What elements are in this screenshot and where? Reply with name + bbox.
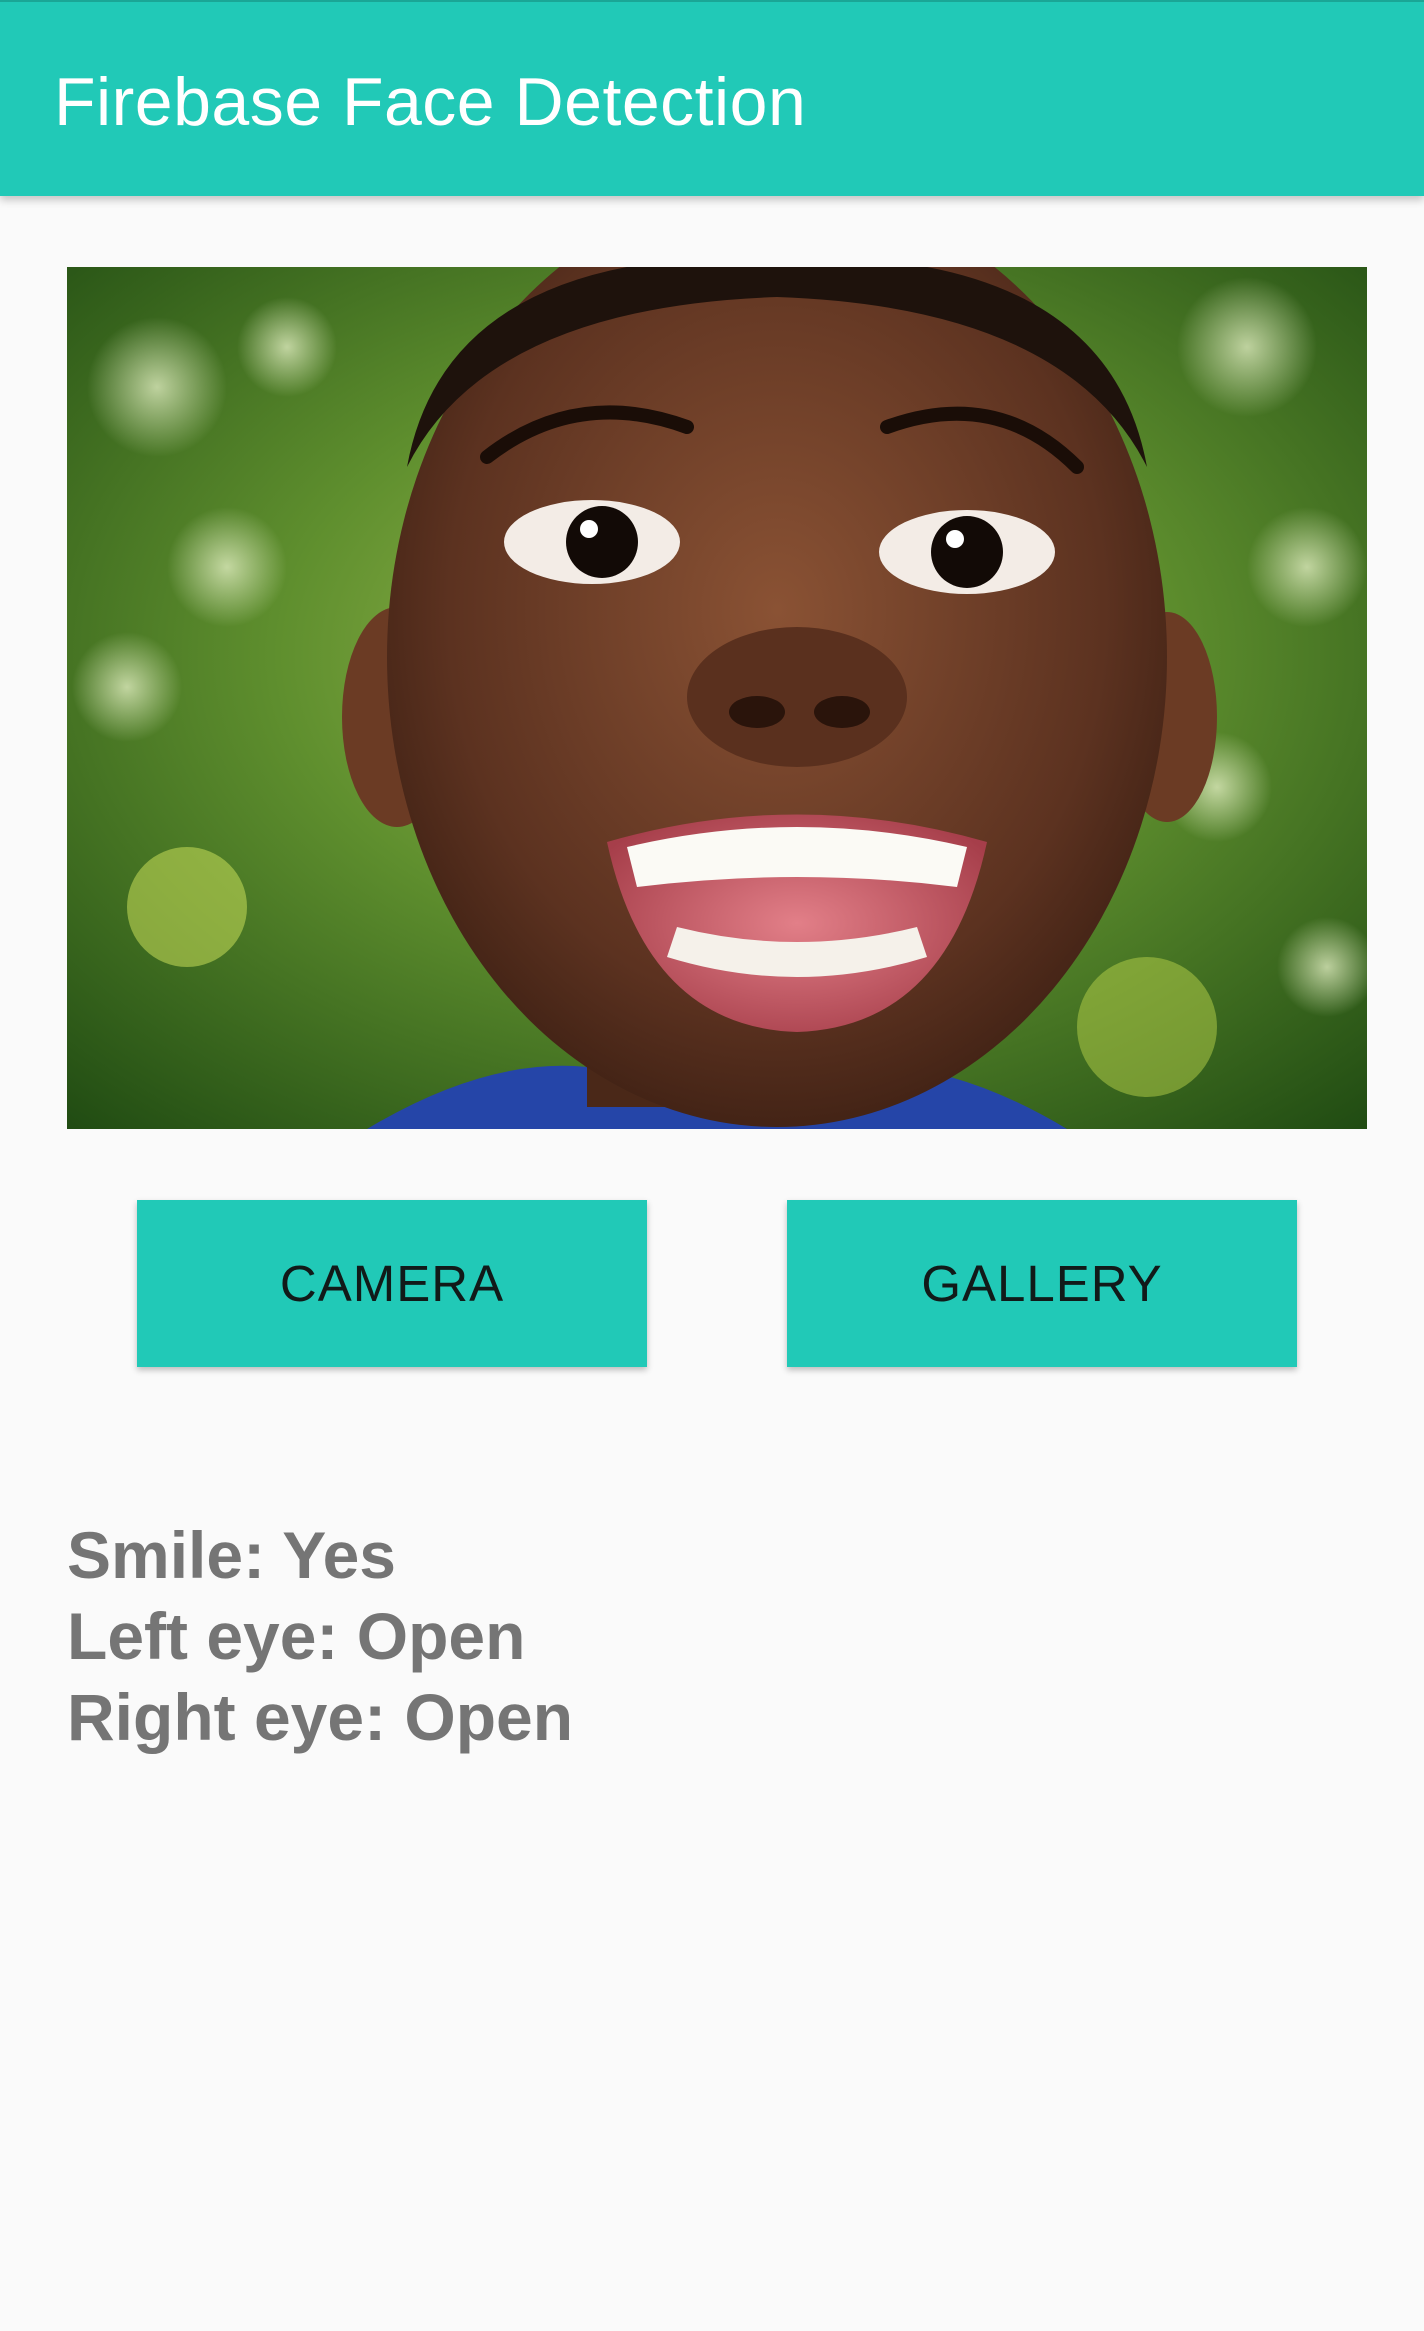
gallery-button[interactable]: GALLERY	[787, 1200, 1297, 1367]
left-eye-result: Left eye: Open	[67, 1599, 526, 1673]
detection-results: Smile: Yes Left eye: Open Right eye: Ope…	[67, 1515, 573, 1758]
right-eye-result: Right eye: Open	[67, 1680, 574, 1754]
app-bar: Firebase Face Detection	[0, 0, 1424, 196]
app-title: Firebase Face Detection	[54, 64, 807, 140]
face-photo	[67, 267, 1367, 1129]
camera-button[interactable]: CAMERA	[137, 1200, 647, 1367]
smile-result: Smile: Yes	[67, 1518, 397, 1592]
